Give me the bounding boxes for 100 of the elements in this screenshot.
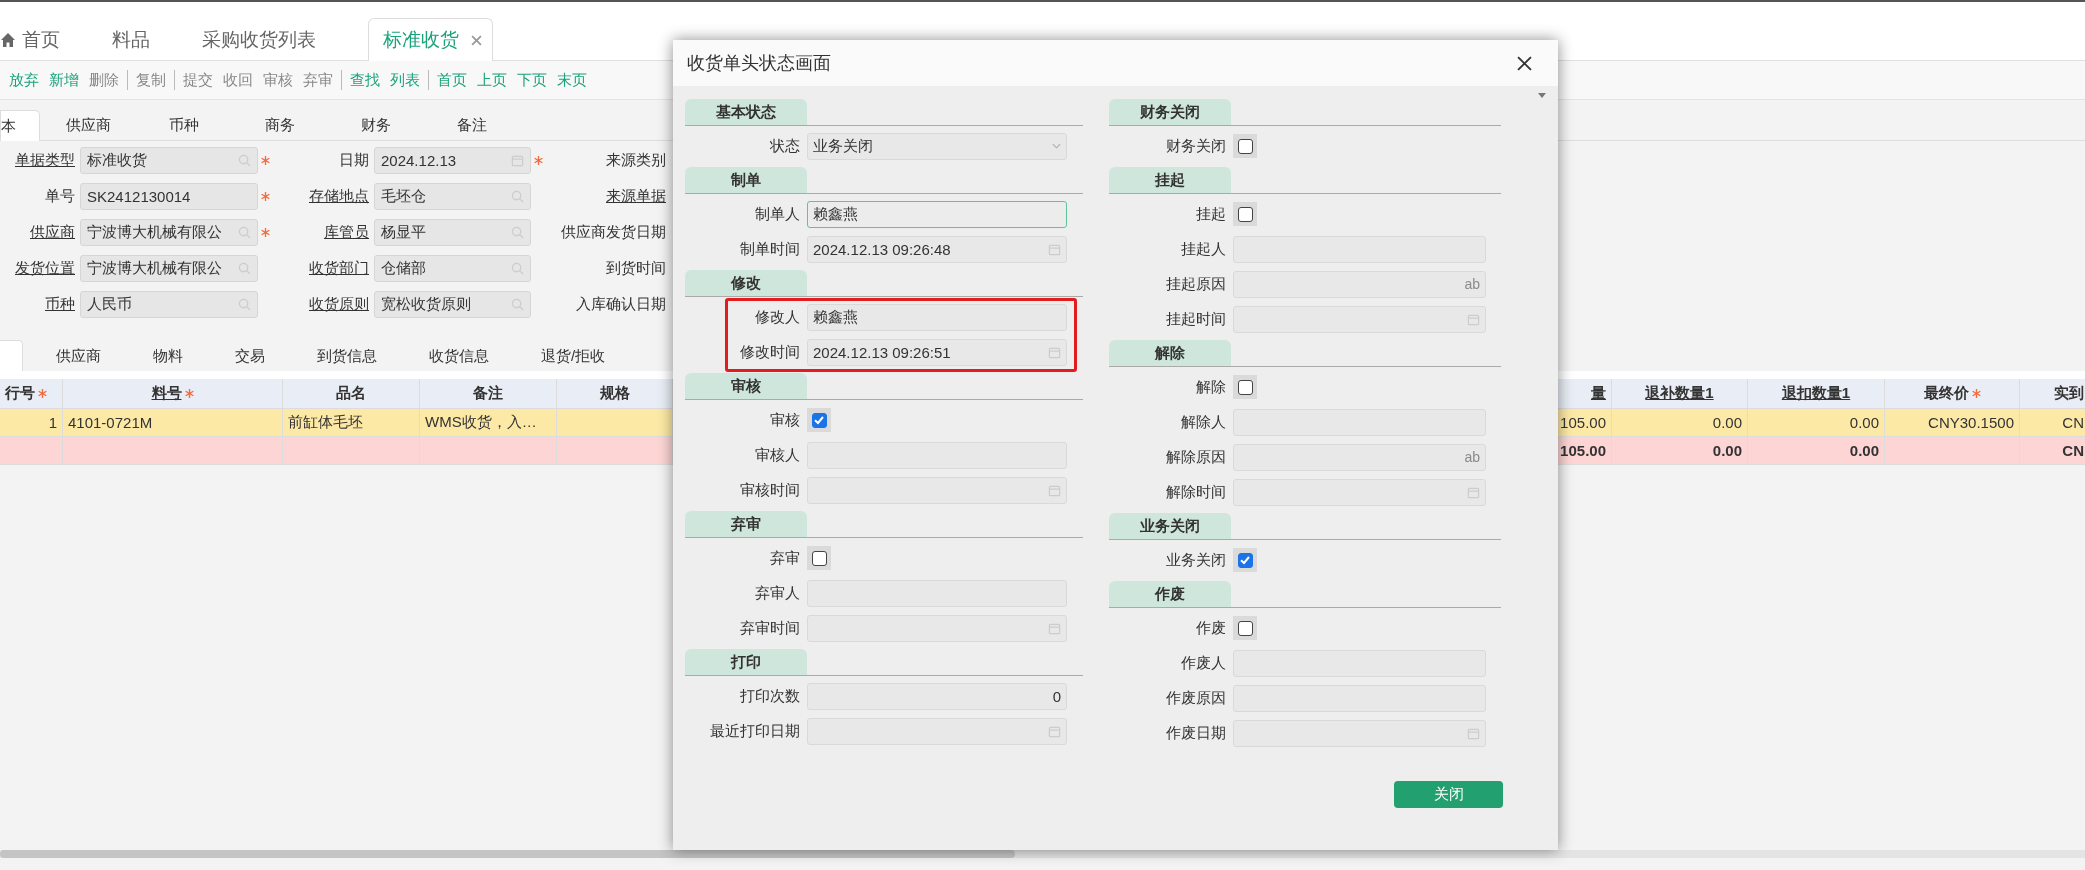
checkbox[interactable] [1237, 620, 1253, 636]
field-label: 作废日期 [1165, 723, 1226, 743]
input-field[interactable]: 业务关闭 [807, 132, 1067, 160]
form-tab[interactable]: 供应商 [40, 110, 136, 140]
column-header[interactable]: 品名 [283, 379, 420, 409]
field-link[interactable]: 存储地点 [309, 187, 369, 206]
field-label: 业务关闭 [1165, 550, 1226, 570]
field-label: 最近打印日期 [709, 721, 800, 741]
table-cell: CN [2020, 409, 2085, 437]
input-field[interactable]: 宽松收货原则 [374, 291, 531, 318]
section-title: 业务关闭 [1109, 513, 1231, 539]
field-link[interactable]: 来源单据 [606, 187, 666, 206]
checkbox[interactable] [1237, 138, 1253, 154]
section-title: 打印 [685, 649, 807, 675]
input-field[interactable]: SK2412130014 [80, 183, 258, 210]
scrollbar[interactable] [0, 850, 2085, 858]
field-link[interactable]: 币种 [45, 295, 75, 314]
required-icon [38, 389, 47, 398]
search-icon [511, 298, 524, 311]
checkbox[interactable] [1237, 206, 1253, 222]
caret-icon[interactable] [1538, 93, 1546, 98]
field-label: 供应商发货日期 [561, 223, 666, 242]
input-field[interactable]: 2024.12.13 09:26:48 [807, 235, 1067, 263]
calendar-icon [511, 154, 524, 167]
field-label: 状态 [769, 136, 800, 156]
field-label: 日期 [339, 151, 369, 170]
table-cell: WMS收货，入… [420, 409, 557, 437]
field-link[interactable]: 收货部门 [309, 259, 369, 278]
input-field[interactable]: 赖鑫燕 [807, 200, 1067, 228]
field-link[interactable]: 收货原则 [309, 295, 369, 314]
field-label: 修改时间 [739, 342, 800, 362]
input-field[interactable]: 0 [807, 682, 1067, 710]
section-title: 财务关闭 [1109, 99, 1231, 125]
detail-tab[interactable]: 到货信息 [317, 341, 377, 371]
app-tab[interactable]: 首页 [0, 20, 86, 60]
checkbox[interactable] [811, 550, 827, 566]
close-icon[interactable] [1517, 55, 1532, 71]
field-link[interactable]: 库管员 [324, 223, 369, 242]
column-header[interactable]: 规格 [557, 379, 673, 409]
input-field[interactable]: 标准收货 [80, 147, 258, 174]
form-tab[interactable]: 本 [0, 110, 40, 141]
field-label: 弃审 [769, 548, 800, 568]
column-header[interactable]: 料号 [63, 379, 283, 409]
input-field[interactable] [1233, 478, 1486, 506]
field-label: 解除原因 [1165, 447, 1226, 467]
chevron-icon [1052, 143, 1061, 149]
input-field[interactable] [1233, 719, 1486, 747]
form-tab[interactable]: 财务 [328, 110, 424, 140]
column-header[interactable]: 最终价 [1885, 379, 2020, 409]
input-field[interactable]: 赖鑫燕 [807, 303, 1067, 331]
search-icon [511, 226, 524, 239]
search-icon [238, 154, 251, 167]
table-cell: 0.00 [1612, 409, 1748, 437]
required-icon [261, 156, 270, 165]
calendar-icon [1048, 724, 1061, 738]
input-field[interactable]: 仓储部 [374, 255, 531, 282]
input-field[interactable] [807, 717, 1067, 745]
field-link[interactable]: 单据类型 [15, 151, 75, 170]
input-field[interactable]: 杨显平 [374, 219, 531, 246]
form-tab[interactable]: 商务 [232, 110, 328, 140]
section-title: 制单 [685, 167, 807, 193]
search-icon [238, 262, 251, 275]
app-tab[interactable]: 料品 [112, 20, 176, 60]
input-field[interactable]: 毛坯仓 [374, 183, 531, 210]
input-field[interactable]: 2024.12.13 09:26:51 [807, 338, 1067, 366]
field-link[interactable]: 供应商 [30, 223, 75, 242]
input-field[interactable]: 人民币 [80, 291, 258, 318]
input-field[interactable] [807, 614, 1067, 642]
detail-tab[interactable]: 收货信息 [429, 341, 489, 371]
checkbox[interactable] [1237, 552, 1253, 568]
input-field[interactable]: 宁波博大机械有限公 [80, 255, 258, 282]
input-field[interactable]: 2024.12.13 [374, 147, 531, 174]
required-icon [261, 192, 270, 201]
field-label: 挂起人 [1180, 239, 1226, 259]
column-header[interactable]: 退补数量1 [1612, 379, 1748, 409]
column-header[interactable]: 行号 [0, 379, 63, 409]
detail-tab[interactable] [0, 340, 23, 371]
column-header[interactable]: 退扣数量1 [1748, 379, 1885, 409]
detail-tab[interactable]: 供应商 [56, 341, 101, 371]
field-label: 审核 [769, 410, 800, 430]
checkbox[interactable] [1237, 379, 1253, 395]
app-tab[interactable]: 采购收货列表 [202, 20, 342, 60]
calendar-icon [1048, 242, 1061, 256]
field-label: 弃审人 [754, 583, 800, 603]
field-label: 作废 [1195, 618, 1226, 638]
required-icon [1971, 389, 1981, 398]
input-field[interactable]: 宁波博大机械有限公 [80, 219, 258, 246]
checkbox[interactable] [811, 412, 827, 428]
form-tab[interactable]: 备注 [424, 110, 520, 140]
form-tab[interactable]: 币种 [136, 110, 232, 140]
detail-tab[interactable]: 交易 [235, 341, 265, 371]
field-link[interactable]: 发货位置 [15, 259, 75, 278]
field-label: 财务关闭 [1165, 136, 1226, 156]
column-header[interactable]: 备注 [420, 379, 557, 409]
detail-tab[interactable]: 物料 [153, 341, 183, 371]
input-field[interactable] [1233, 305, 1486, 333]
input-field[interactable] [807, 476, 1067, 504]
column-header[interactable]: 实到 [2020, 379, 2085, 409]
detail-tab[interactable]: 退货/拒收 [541, 341, 606, 371]
table-cell: 0.00 [1748, 437, 1885, 465]
